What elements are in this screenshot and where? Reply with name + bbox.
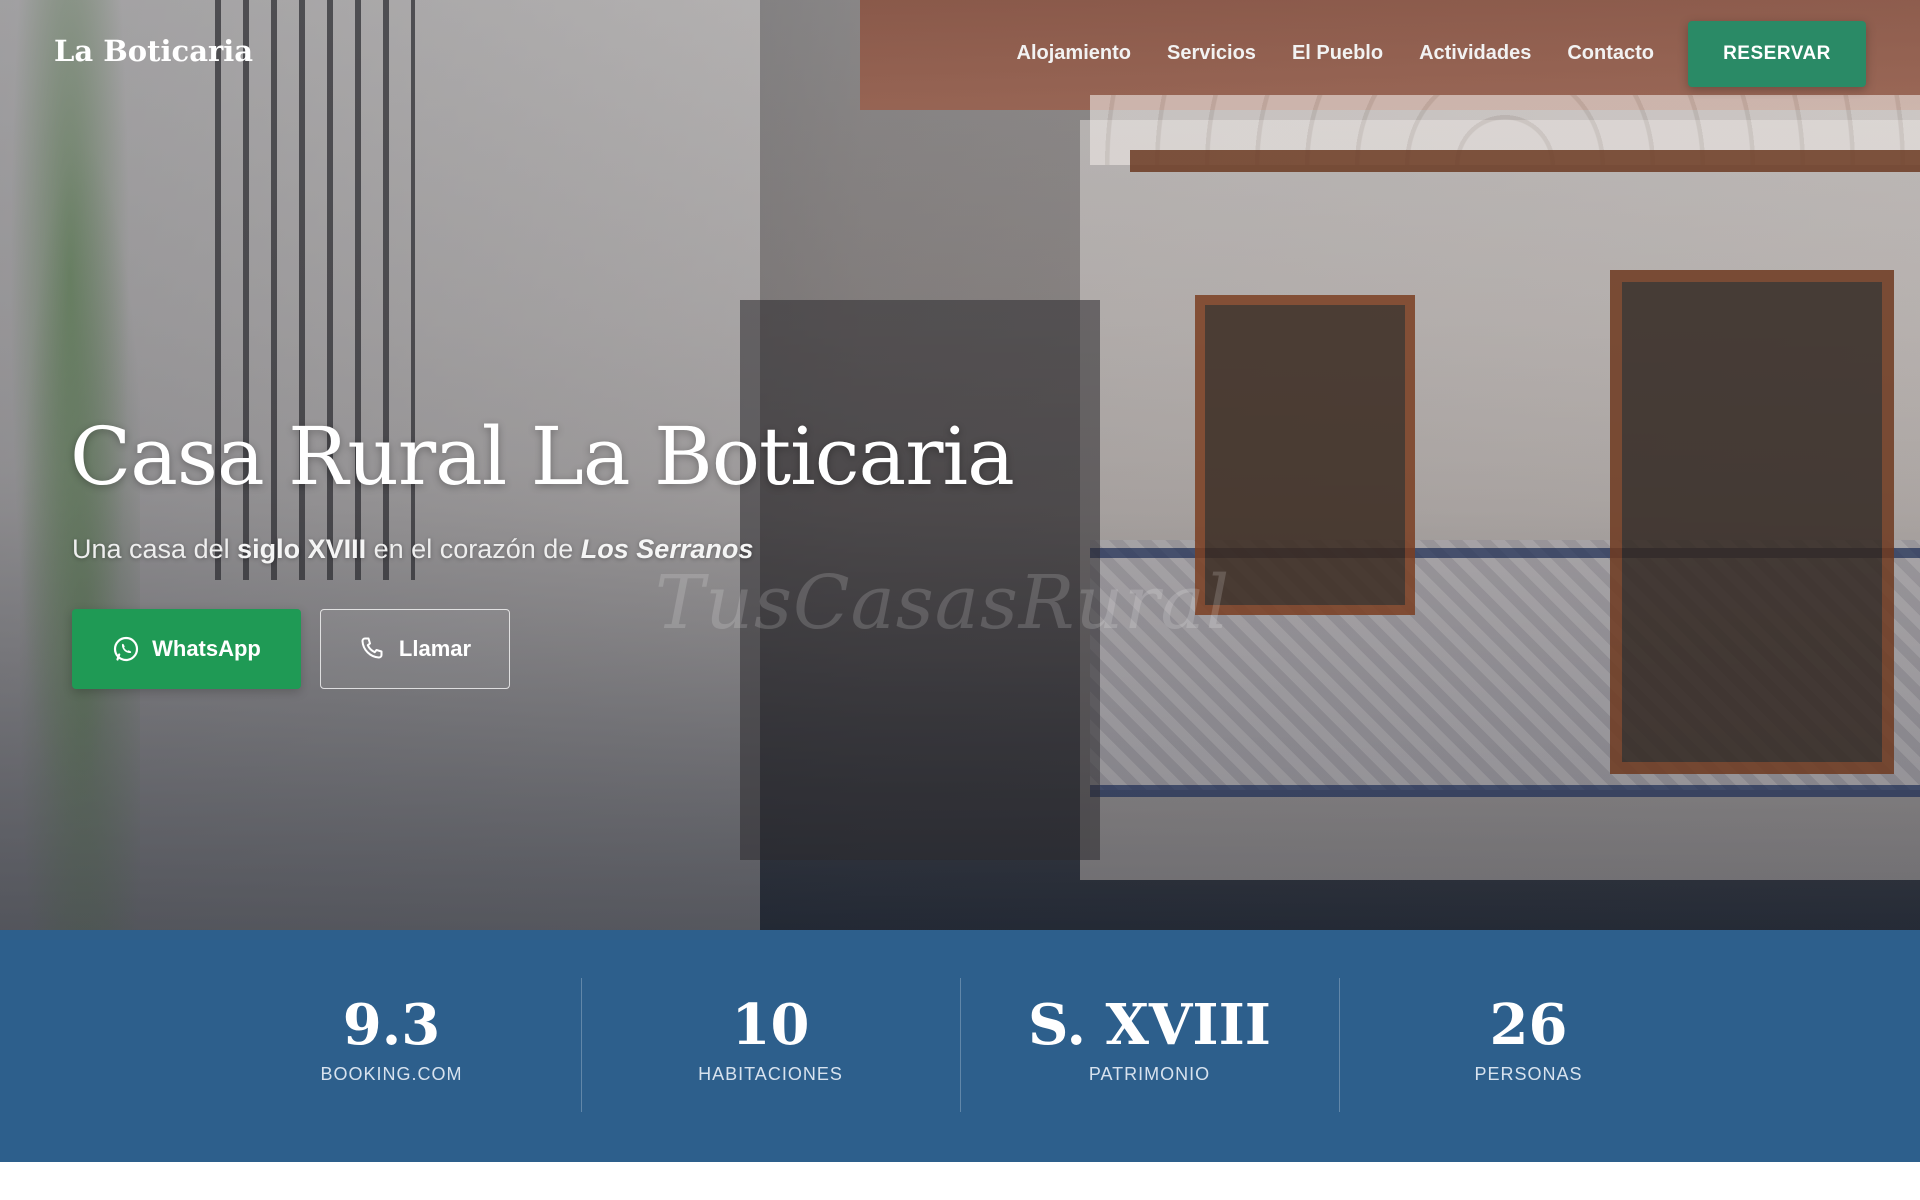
image-watermark: TusCasasRural xyxy=(655,560,1231,646)
whatsapp-button-label: WhatsApp xyxy=(152,636,261,661)
stat-label: HABITACIONES xyxy=(698,1064,843,1084)
hero-subtitle-prefix: Una casa del xyxy=(72,534,238,564)
stat-booking-score: 9.3 BOOKING.COM xyxy=(203,978,581,1112)
hero-tile-border-bottom xyxy=(1090,785,1920,797)
reserve-button[interactable]: RESERVAR xyxy=(1688,21,1866,87)
hero-section: TusCasasRural La Boticaria Alojamiento S… xyxy=(0,0,1920,930)
hero-beam xyxy=(1130,150,1920,172)
top-navigation: La Boticaria Alojamiento Servicios El Pu… xyxy=(0,0,1920,110)
nav-link-alojamiento[interactable]: Alojamiento xyxy=(1017,42,1131,65)
stat-guests: 26 PERSONAS xyxy=(1338,978,1718,1112)
nav-link-actividades[interactable]: Actividades xyxy=(1419,42,1531,65)
hero-window-right xyxy=(1610,270,1894,774)
stat-value: 26 xyxy=(1489,992,1568,1058)
nav-links: Alojamiento Servicios El Pueblo Activida… xyxy=(1017,42,1654,65)
call-button-label: Llamar xyxy=(398,636,472,661)
hero-subtitle-century: siglo XVIII xyxy=(237,534,367,564)
hero-subtitle-middle: en el corazón de xyxy=(366,534,581,564)
nav-link-servicios[interactable]: Servicios xyxy=(1167,42,1256,65)
hero-subtitle-region: Los Serranos xyxy=(580,534,754,564)
nav-link-contacto[interactable]: Contacto xyxy=(1567,42,1654,65)
call-button[interactable]: Llamar xyxy=(320,609,510,689)
stat-value: 10 xyxy=(731,992,810,1058)
stats-band: 9.3 BOOKING.COM 10 HABITACIONES S. XVIII… xyxy=(0,930,1920,1162)
stat-label: PATRIMONIO xyxy=(1088,1064,1211,1084)
whatsapp-button[interactable]: WhatsApp xyxy=(72,609,301,689)
stat-rooms: 10 HABITACIONES xyxy=(580,978,960,1112)
stat-value: S. XVIII xyxy=(1028,992,1271,1058)
site-logo[interactable]: La Boticaria xyxy=(54,34,253,68)
whatsapp-icon xyxy=(112,635,140,663)
phone-icon xyxy=(359,635,387,663)
hero-title: Casa Rural La Boticaria xyxy=(70,410,1015,503)
stat-value: 9.3 xyxy=(342,992,441,1058)
stat-heritage: S. XVIII PATRIMONIO xyxy=(959,978,1339,1112)
stat-label: PERSONAS xyxy=(1474,1064,1583,1084)
stat-label: BOOKING.COM xyxy=(320,1064,463,1084)
hero-subtitle: Una casa del siglo XVIII en el corazón d… xyxy=(72,534,753,565)
nav-link-el-pueblo[interactable]: El Pueblo xyxy=(1292,42,1383,65)
